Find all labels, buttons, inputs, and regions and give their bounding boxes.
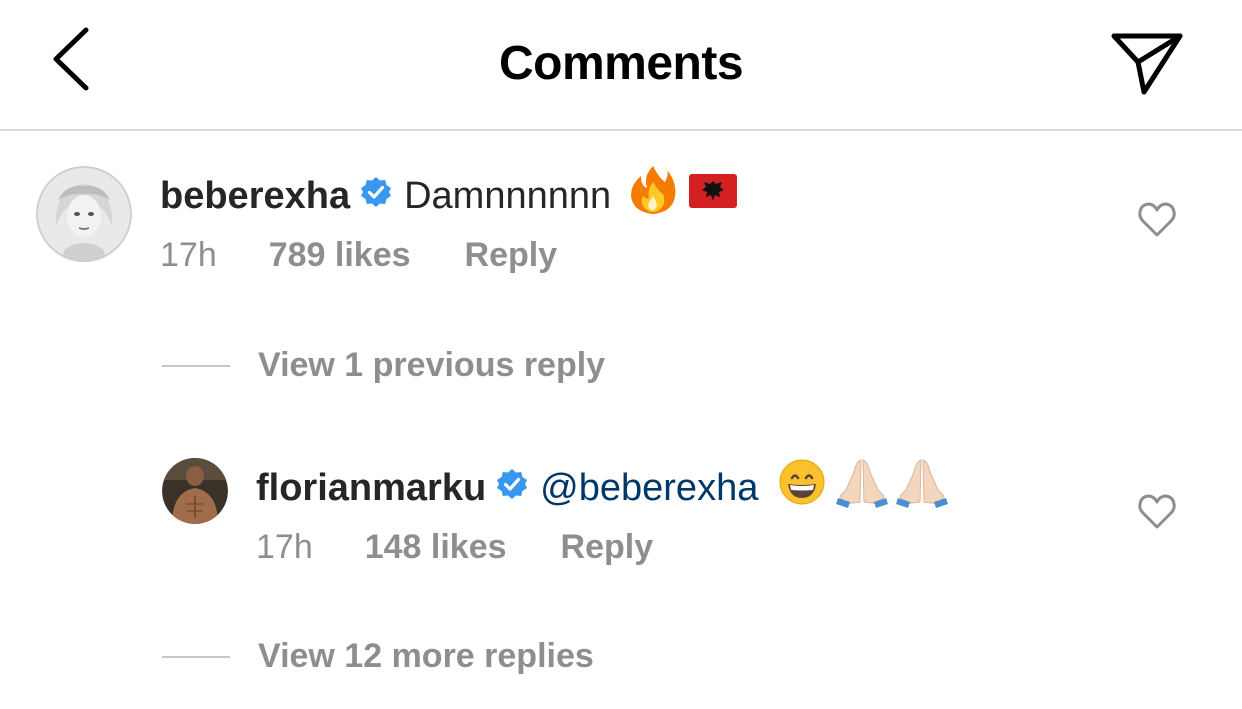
view-replies-label: View 12 more replies [258,637,594,675]
like-button[interactable] [1138,202,1176,243]
albania-flag-icon [689,172,738,220]
folded-hands-emoji-icon [894,456,950,520]
view-more-replies-button[interactable]: View 12 more replies [162,637,594,676]
verified-badge-icon [360,172,392,220]
avatar[interactable] [36,166,132,262]
heart-icon [1138,202,1176,237]
comment-timestamp: 17h [256,528,313,566]
likes-count[interactable]: 789 likes [269,236,411,275]
mention-link[interactable]: @beberexha [540,464,758,512]
share-button[interactable] [1108,28,1186,98]
comment-username[interactable]: florianmarku [256,464,486,512]
reply-button[interactable]: Reply [561,528,654,567]
likes-count[interactable]: 148 likes [365,528,507,567]
replies-divider [162,655,230,658]
avatar[interactable] [162,458,228,524]
fire-emoji-icon [629,164,677,228]
view-replies-label: View 1 previous reply [258,346,606,384]
reply-button[interactable]: Reply [465,236,558,275]
header-bar: Comments [0,0,1242,131]
replies-divider [162,364,230,367]
comment-username[interactable]: beberexha [160,172,350,220]
comment-timestamp: 17h [160,236,217,274]
verified-badge-icon [496,464,528,512]
paper-plane-icon [1111,33,1183,95]
page-title: Comments [498,37,744,90]
grinning-face-emoji-icon [778,458,826,518]
comment-text: Damnnnnnn [404,175,612,217]
heart-icon [1138,494,1176,529]
like-button[interactable] [1138,494,1176,535]
view-previous-replies-button[interactable]: View 1 previous reply [162,346,605,385]
folded-hands-emoji-icon [834,456,890,520]
